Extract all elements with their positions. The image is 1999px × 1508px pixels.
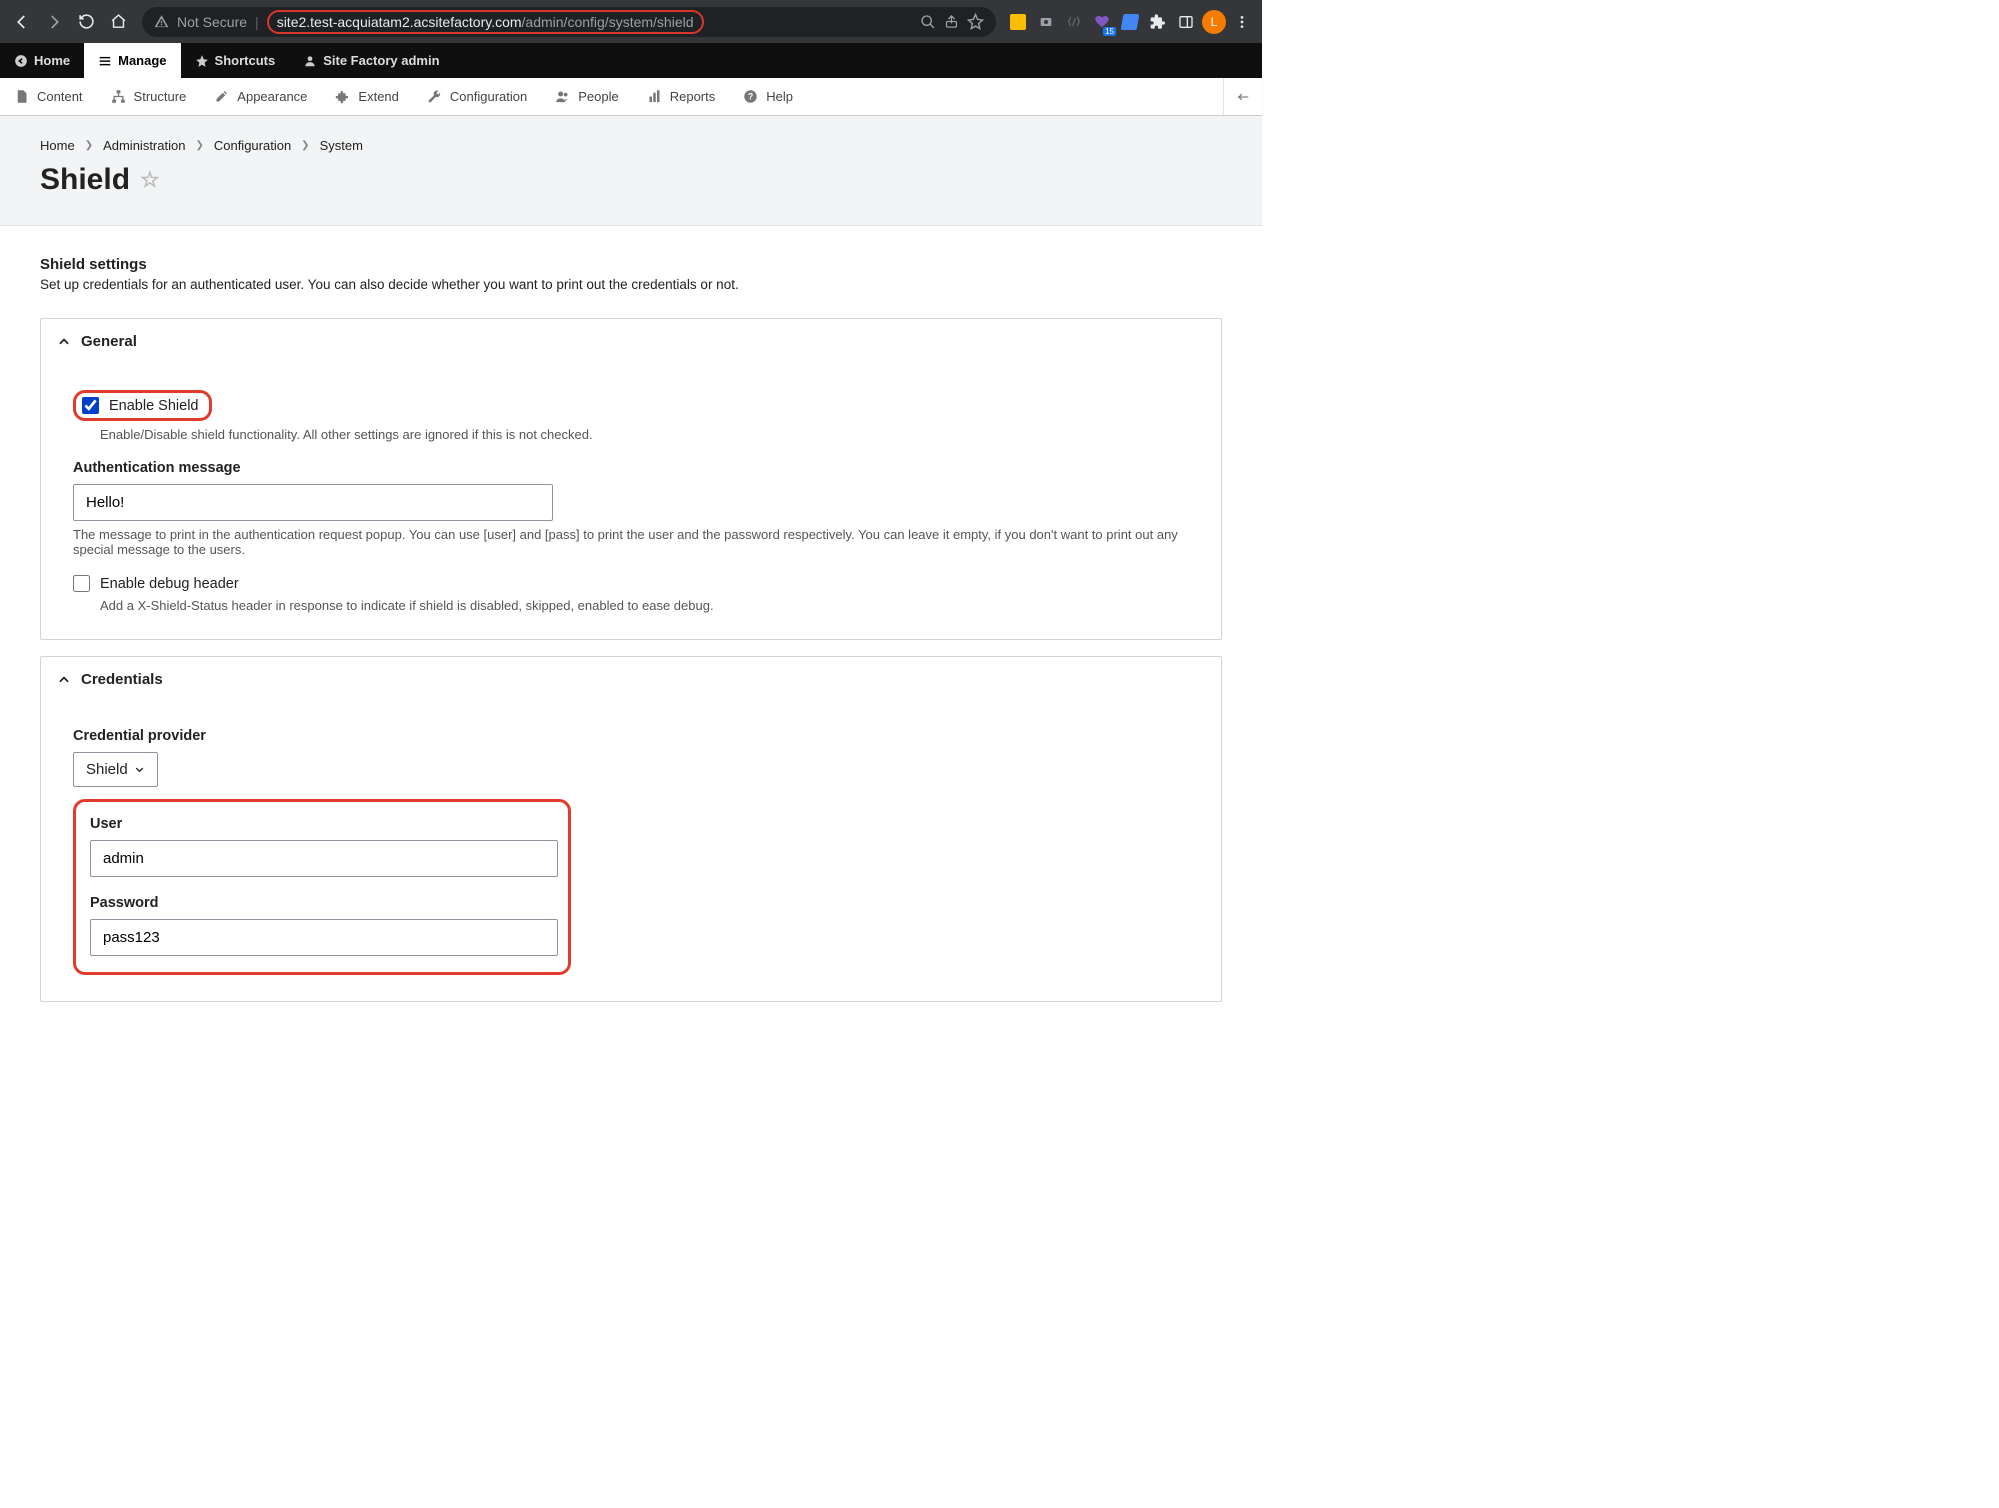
browser-toolbar: Not Secure | site2.test-acquiatam2.acsit…	[0, 0, 1262, 43]
auth-message-input[interactable]	[73, 484, 553, 521]
home-button-browser[interactable]	[104, 8, 132, 36]
svg-text:?: ?	[748, 92, 753, 102]
toolbar-home[interactable]: Home	[0, 43, 84, 78]
search-icon[interactable]	[920, 14, 936, 30]
enable-shield-help: Enable/Disable shield functionality. All…	[100, 427, 1189, 442]
auth-message-label: Authentication message	[73, 460, 1189, 476]
auth-message-help: The message to print in the authenticati…	[73, 527, 1189, 557]
chevron-down-icon	[134, 764, 145, 775]
tab-people[interactable]: People	[541, 78, 632, 115]
chevron-right-icon: ❯	[195, 140, 203, 151]
highlight-enable-shield: Enable Shield	[73, 390, 212, 421]
highlight-credentials: User Password	[73, 799, 571, 975]
warning-icon	[154, 14, 169, 29]
not-secure-label: Not Secure	[177, 14, 247, 30]
extension-icon-1[interactable]	[1006, 10, 1030, 34]
share-icon[interactable]	[944, 14, 959, 29]
browser-menu-icon[interactable]	[1230, 10, 1254, 34]
extension-icon-3[interactable]	[1062, 10, 1086, 34]
tab-extend[interactable]: Extend	[321, 78, 412, 115]
star-outline-icon[interactable]: ☆	[140, 167, 160, 193]
tab-collapse[interactable]	[1223, 78, 1262, 115]
toolbar-manage[interactable]: Manage	[84, 43, 180, 78]
content-area: Shield settings Set up credentials for a…	[0, 226, 1262, 1058]
enable-shield-checkbox[interactable]	[82, 397, 99, 414]
sidepanel-icon[interactable]	[1174, 10, 1198, 34]
debug-header-label[interactable]: Enable debug header	[100, 576, 239, 592]
profile-avatar[interactable]: L	[1202, 10, 1226, 34]
page-header: Home ❯ Administration ❯ Configuration ❯ Sys…	[0, 116, 1262, 226]
breadcrumb-item[interactable]: Home	[40, 138, 75, 153]
back-button[interactable]	[8, 8, 36, 36]
extensions-menu-icon[interactable]	[1146, 10, 1170, 34]
enable-shield-label[interactable]: Enable Shield	[109, 398, 199, 414]
user-label: User	[90, 816, 554, 832]
panel-general: General Enable Shield Enable/Disable shi…	[40, 318, 1222, 640]
extension-badge: 15	[1103, 27, 1116, 36]
tab-help[interactable]: ?Help	[729, 78, 807, 115]
extension-icon-2[interactable]	[1034, 10, 1058, 34]
url-text: site2.test-acquiatam2.acsitefactory.com/…	[267, 10, 912, 34]
tab-reports[interactable]: Reports	[633, 78, 730, 115]
user-input[interactable]	[90, 840, 558, 877]
breadcrumb-item[interactable]: Administration	[103, 138, 185, 153]
extension-icon-4[interactable]: 15	[1090, 10, 1114, 34]
chevron-up-icon	[57, 335, 71, 349]
chevron-up-icon	[57, 673, 71, 687]
star-icon[interactable]	[967, 13, 984, 30]
chevron-right-icon: ❯	[301, 140, 309, 151]
breadcrumb-item[interactable]: Configuration	[214, 138, 291, 153]
tab-content[interactable]: Content	[0, 78, 97, 115]
toolbar-shortcuts[interactable]: Shortcuts	[181, 43, 290, 78]
toolbar-user[interactable]: Site Factory admin	[289, 43, 453, 78]
breadcrumb: Home ❯ Administration ❯ Configuration ❯ Sys…	[40, 138, 1222, 153]
url-bar[interactable]: Not Secure | site2.test-acquiatam2.acsit…	[142, 7, 996, 37]
debug-header-help: Add a X-Shield-Status header in response…	[100, 598, 1189, 613]
reload-button[interactable]	[72, 8, 100, 36]
page-title: Shield ☆	[40, 163, 1222, 197]
password-input[interactable]	[90, 919, 558, 956]
extension-icon-5[interactable]	[1118, 10, 1142, 34]
debug-header-checkbox[interactable]	[73, 575, 90, 592]
drupal-toolbar: Home Manage Shortcuts Site Factory admin	[0, 43, 1262, 78]
forward-button[interactable]	[40, 8, 68, 36]
panel-general-header[interactable]: General	[41, 319, 1221, 364]
panel-credentials-header[interactable]: Credentials	[41, 657, 1221, 702]
password-label: Password	[90, 895, 554, 911]
settings-heading: Shield settings	[40, 256, 1222, 273]
tab-configuration[interactable]: Configuration	[413, 78, 541, 115]
settings-description: Set up credentials for an authenticated …	[40, 277, 1222, 292]
tab-structure[interactable]: Structure	[97, 78, 201, 115]
admin-tabs: Content Structure Appearance Extend Conf…	[0, 78, 1262, 116]
provider-select[interactable]: Shield	[73, 752, 158, 787]
tab-appearance[interactable]: Appearance	[200, 78, 321, 115]
breadcrumb-item[interactable]: System	[320, 138, 363, 153]
panel-credentials: Credentials Credential provider Shield U…	[40, 656, 1222, 1002]
chevron-right-icon: ❯	[85, 140, 93, 151]
provider-label: Credential provider	[73, 728, 1189, 744]
